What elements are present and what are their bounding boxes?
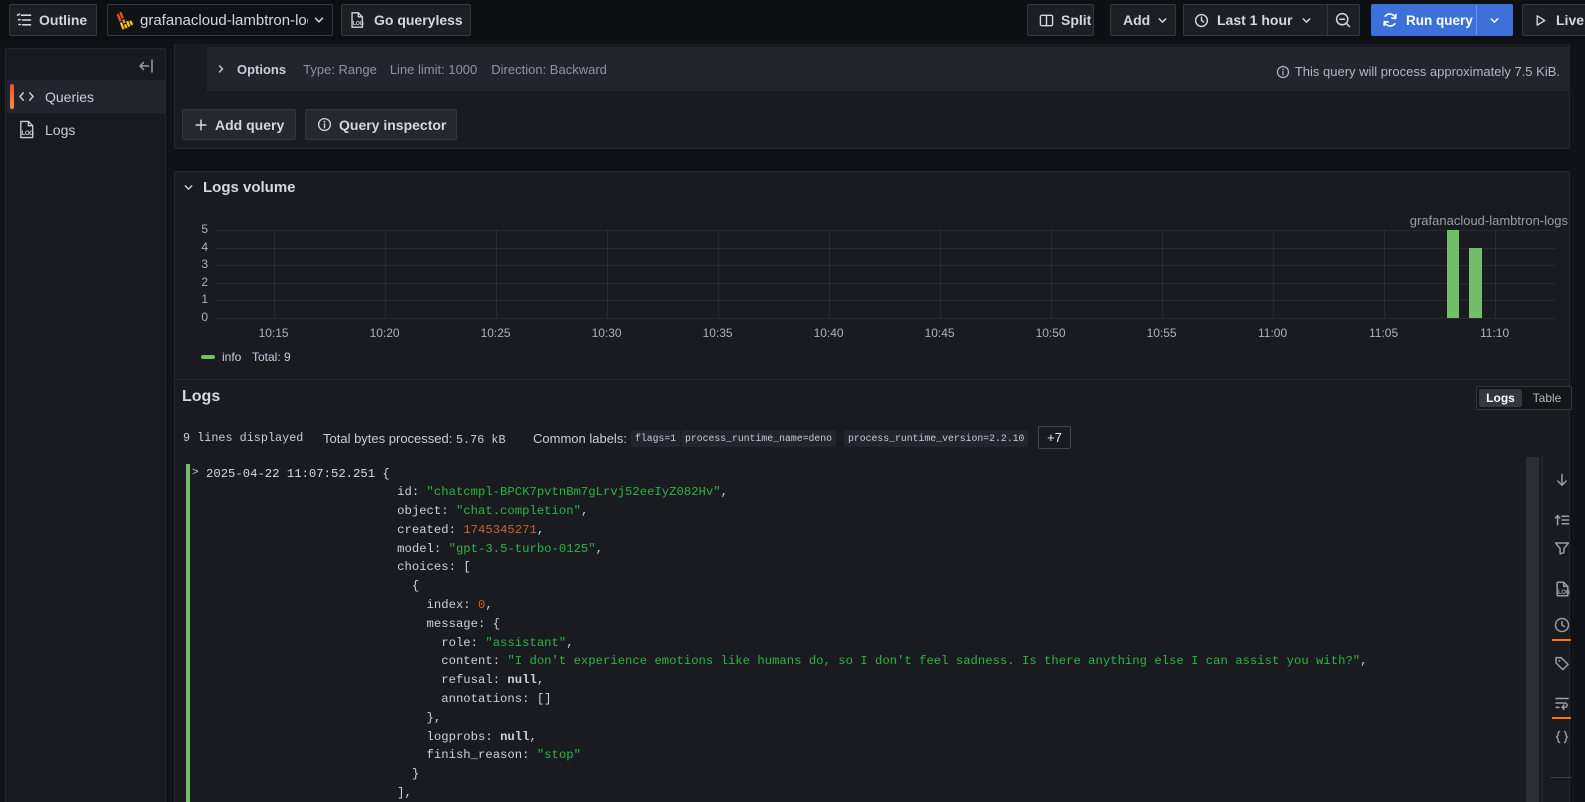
svg-text:LOG: LOG: [1558, 590, 1571, 596]
svg-text:LOG: LOG: [353, 21, 364, 27]
svg-text:LOG: LOG: [22, 130, 35, 137]
